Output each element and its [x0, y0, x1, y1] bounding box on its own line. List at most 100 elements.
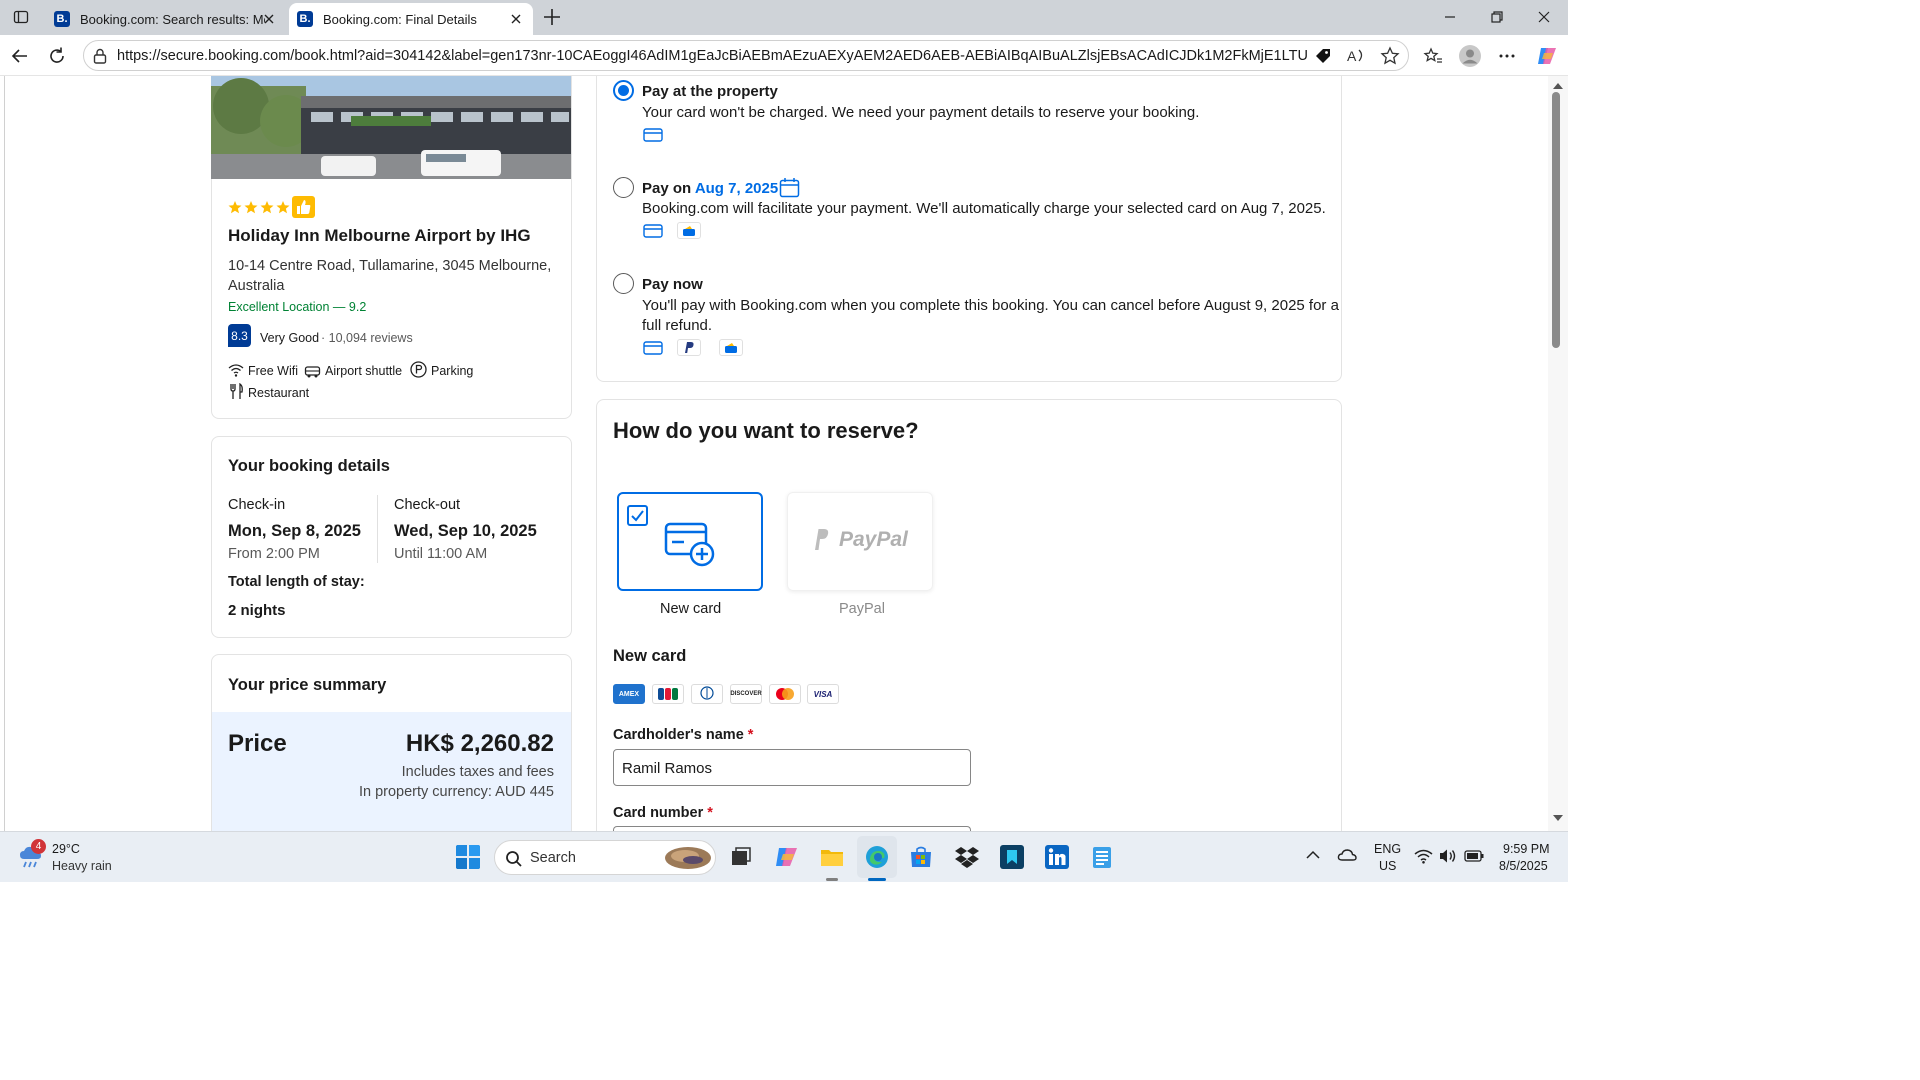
amenity-shuttle: Airport shuttle [325, 364, 403, 378]
amenity-parking: Parking [431, 364, 474, 378]
search-placeholder: Search [530, 850, 576, 866]
location-score: Excellent Location — 9.2 [228, 300, 367, 314]
review-count: · 10,094 reviews [321, 331, 413, 345]
parking-icon [410, 361, 427, 378]
hotel-name[interactable]: Holiday Inn Melbourne Airport by IHG [228, 226, 531, 246]
clock-date[interactable]: 8/5/2025 [1499, 859, 1548, 873]
weather-badge: 4 [31, 839, 46, 854]
pay-now-radio[interactable] [613, 273, 634, 294]
visa-logo-icon: VISA [807, 684, 839, 704]
stay-length-label: Total length of stay: [228, 574, 365, 590]
price-summary-heading: Your price summary [228, 676, 387, 694]
pay-now-title[interactable]: Pay now [642, 276, 703, 293]
wifi-status-icon[interactable] [1414, 848, 1433, 864]
profile-avatar-icon[interactable] [1458, 44, 1482, 68]
minimize-icon[interactable] [1442, 9, 1458, 25]
page-border [4, 76, 5, 831]
cardholder-name-input[interactable]: Ramil Ramos [613, 749, 971, 786]
paypal-option[interactable]: PayPal [787, 492, 933, 591]
tab-strip: B. Booking.com: Search results: Melb B. … [0, 0, 1568, 35]
notepad-icon[interactable] [1089, 844, 1115, 870]
pay-at-property-title[interactable]: Pay at the property [642, 83, 778, 100]
tab-actions-button[interactable] [8, 6, 34, 28]
amenity-restaurant: Restaurant [248, 386, 310, 400]
taskbar-search[interactable]: Search [494, 840, 716, 875]
tab-final-details[interactable]: B. Booking.com: Final Details [289, 3, 533, 35]
language-region[interactable]: US [1379, 859, 1396, 873]
scrollbar-thumb[interactable] [1552, 92, 1560, 348]
pay-now-desc-line1: You'll pay with Booking.com when you com… [642, 297, 1339, 314]
more-options-icon[interactable] [1497, 46, 1517, 66]
tab-title: Booking.com: Final Details [323, 11, 477, 27]
checkout-date: Wed, Sep 10, 2025 [394, 522, 537, 540]
battery-icon[interactable] [1464, 850, 1484, 862]
new-card-option-label[interactable]: New card [660, 601, 721, 617]
new-card-checkbox[interactable] [627, 505, 648, 526]
favorite-star-icon[interactable] [1380, 46, 1400, 66]
card-payment-icon [641, 222, 665, 239]
address-bar[interactable]: https://secure.booking.com/book.html?aid… [83, 40, 1409, 71]
scroll-up-icon[interactable] [1552, 82, 1564, 90]
language-ime[interactable]: ENG [1374, 842, 1401, 856]
search-icon [506, 851, 522, 867]
microsoft-store-icon[interactable] [908, 844, 934, 870]
volume-icon[interactable] [1439, 848, 1457, 864]
restore-icon[interactable] [1489, 9, 1505, 25]
star-rating [228, 201, 290, 214]
remote-app-icon[interactable] [999, 844, 1025, 870]
weather-desc[interactable]: Heavy rain [52, 859, 112, 873]
booking-favicon-icon: B. [297, 11, 313, 27]
close-tab-icon[interactable] [509, 12, 523, 26]
cardholder-label: Cardholder's name * [613, 727, 753, 743]
paypal-option-label[interactable]: PayPal [839, 601, 885, 617]
refresh-icon[interactable] [47, 46, 67, 66]
checkin-time: From 2:00 PM [228, 546, 320, 562]
required-mark: * [747, 727, 754, 743]
address-bar-row: https://secure.booking.com/book.html?aid… [0, 35, 1568, 76]
card-payment-icon [641, 339, 665, 356]
price-note-taxes: Includes taxes and fees [401, 764, 554, 780]
clock-time[interactable]: 9:59 PM [1503, 842, 1550, 856]
onedrive-cloud-icon[interactable] [1337, 848, 1357, 862]
task-view-icon[interactable] [728, 844, 754, 870]
star-icon [276, 201, 290, 214]
url-text[interactable]: https://secure.booking.com/book.html?aid… [117, 48, 1307, 64]
pay-at-property-radio[interactable] [613, 80, 634, 101]
pay-on-date-title[interactable]: Pay on Aug 7, 2025 [642, 180, 778, 197]
checkout-label: Check-out [394, 497, 461, 513]
shopping-tag-icon[interactable] [1314, 47, 1332, 65]
cardholder-label-text: Cardholder's name [613, 727, 744, 743]
dropbox-icon[interactable] [954, 844, 980, 870]
calendar-icon[interactable] [779, 177, 800, 198]
linkedin-icon[interactable] [1044, 844, 1070, 870]
read-aloud-icon[interactable]: A [1347, 47, 1367, 65]
close-window-icon[interactable] [1536, 9, 1552, 25]
back-icon[interactable] [10, 46, 30, 66]
close-tab-icon[interactable] [262, 12, 276, 26]
copilot-app-icon[interactable] [774, 844, 800, 870]
jcb-logo-icon [652, 684, 684, 704]
new-tab-icon[interactable] [541, 6, 563, 28]
hotel-photo[interactable] [211, 76, 571, 179]
copilot-icon[interactable] [1535, 44, 1559, 68]
chevron-up-icon[interactable] [1306, 850, 1320, 860]
diners-club-logo-icon [691, 684, 723, 704]
file-explorer-icon[interactable] [819, 844, 845, 870]
pay-on-date-link[interactable]: Aug 7, 2025 [695, 180, 778, 197]
wallet-payment-icon [719, 339, 743, 356]
shuttle-icon [304, 366, 321, 378]
lock-icon[interactable] [93, 48, 107, 64]
weather-temp[interactable]: 29°C [52, 842, 80, 856]
windows-start-icon[interactable] [455, 844, 481, 870]
favorites-icon[interactable] [1423, 46, 1443, 66]
review-score-badge: 8.3 [228, 324, 251, 347]
preferred-partner-badge[interactable] [292, 196, 315, 218]
windows-taskbar: 4 29°C Heavy rain Search ENG US 9:59 PM … [0, 831, 1568, 882]
scroll-down-icon[interactable] [1552, 814, 1564, 822]
pay-on-date-radio[interactable] [613, 177, 634, 198]
card-number-label: Card number * [613, 805, 713, 821]
tab-search-results[interactable]: B. Booking.com: Search results: Melb [46, 3, 286, 35]
new-card-option[interactable] [617, 492, 763, 591]
edge-browser-icon[interactable] [864, 844, 890, 870]
weather-widget[interactable]: 4 [18, 839, 46, 871]
